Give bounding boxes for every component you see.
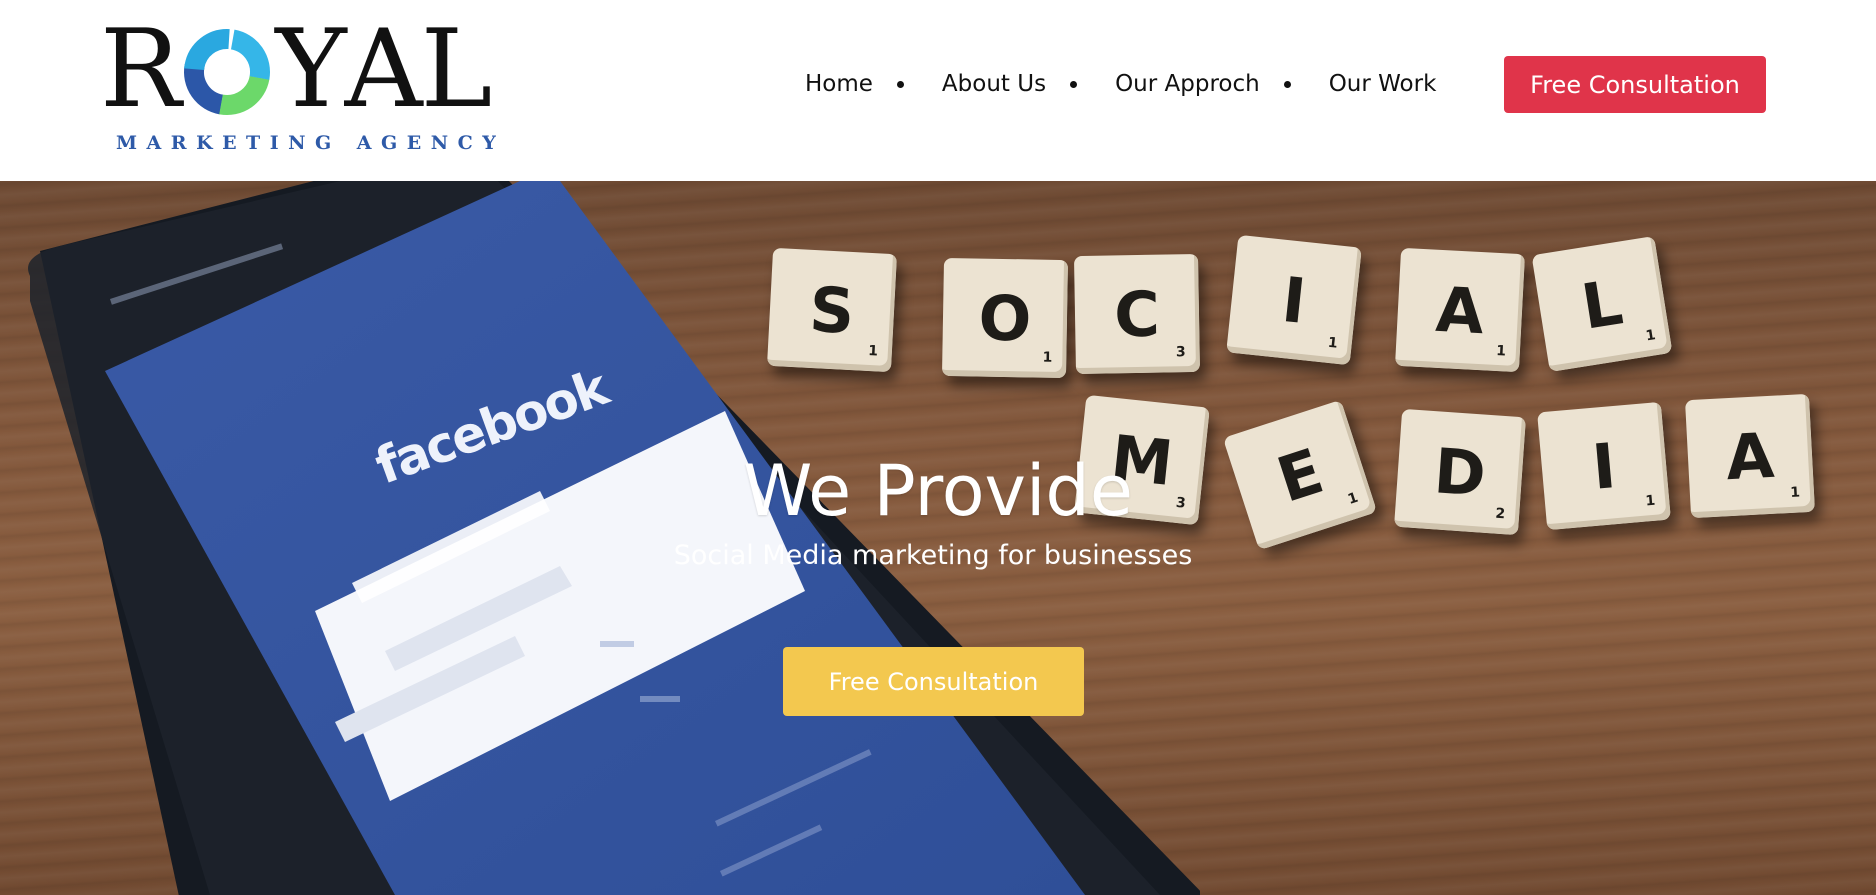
nav-separator-dot xyxy=(896,80,904,88)
nav-our-approach[interactable]: Our Approch xyxy=(1115,71,1260,97)
logo-ring-icon xyxy=(181,26,273,118)
tile-c: C3 xyxy=(1073,253,1201,375)
hero-subtitle: Social Media marketing for businesses xyxy=(673,540,1193,571)
tile-l: L1 xyxy=(1531,236,1673,372)
nav-separator-dot xyxy=(1070,80,1078,88)
tile-a: A1 xyxy=(1394,247,1526,373)
royal-logo[interactable]: R Y A L MARKETING AGENCY xyxy=(100,14,560,159)
tile-s: S1 xyxy=(766,247,898,373)
logo-letter-r: R xyxy=(100,7,181,132)
nav-our-work[interactable]: Our Work xyxy=(1329,71,1437,97)
site-header: R Y A L MARKETING AGENCY Home About Us O… xyxy=(0,0,1876,181)
hero-title: We Provide xyxy=(743,450,1133,532)
hero-free-consultation-button[interactable]: Free Consultation xyxy=(783,647,1084,716)
nav-about-us[interactable]: About Us xyxy=(942,71,1046,97)
logo-tagline: MARKETING AGENCY xyxy=(116,132,506,154)
tile-o: O1 xyxy=(941,257,1069,379)
header-free-consultation-button[interactable]: Free Consultation xyxy=(1504,56,1766,113)
tile-i: I1 xyxy=(1226,234,1362,366)
logo-letter-l: L xyxy=(420,7,493,132)
logo-wordmark: R Y A L xyxy=(100,7,493,132)
logo-letter-y: Y xyxy=(275,7,346,132)
nav-home[interactable]: Home xyxy=(805,71,873,97)
main-nav: Home About Us Our Approch Our Work xyxy=(805,54,1436,114)
hero-section: facebook S1 O1 C3 I1 A1 L1 M3 E1 D2 I1 A… xyxy=(0,181,1876,895)
logo-letter-a: A xyxy=(344,7,423,132)
nav-separator-dot xyxy=(1283,80,1291,88)
